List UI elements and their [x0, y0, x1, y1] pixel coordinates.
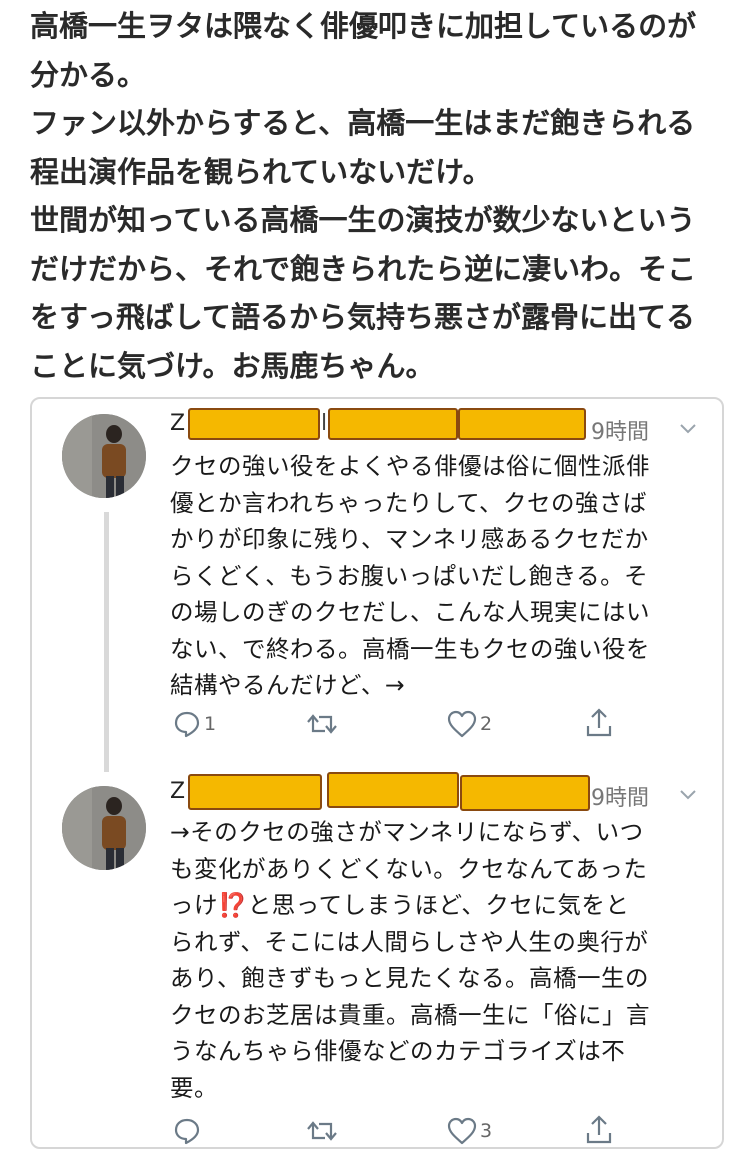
tweet-text-line: 要。	[170, 1073, 218, 1102]
share-button[interactable]	[585, 706, 613, 738]
tweet-author[interactable]: Z	[170, 411, 185, 445]
tweet-text: →そのクセの強さがマンネリにならず、いつ も変化がありくどくない。クセなんてあっ…	[170, 814, 700, 1106]
tweet-text-line: られず、そこには人間らしさや人生の奥行が	[170, 927, 649, 956]
tweet-text-fragment: と思ってしまうほど、クセに気をと	[247, 891, 630, 919]
redaction-bar	[188, 774, 322, 810]
heart-icon	[447, 1117, 477, 1145]
header-line: ことに気づけ。お馬鹿ちゃん。	[30, 348, 435, 383]
redaction-bar	[458, 408, 586, 440]
heart-icon	[447, 710, 477, 738]
tweet-author[interactable]: Z	[170, 779, 185, 813]
tweet-text-line: も変化がありくどくない。クセなんてあった	[170, 854, 648, 883]
tweet-text-line: 結構やるんだけど、→	[170, 671, 406, 699]
header-line: 高橋一生ヲタは隈なく俳優叩きに加担しているのが	[30, 9, 697, 43]
tweet-text-line: 優とか言われちゃったりして、クセの強さば	[170, 488, 647, 517]
tweet-text-line: っけ⁉️と思ってしまうほど、クセに気をと	[170, 887, 700, 924]
retweet-icon	[307, 714, 337, 734]
share-icon	[586, 1115, 612, 1144]
reply-count: 1	[204, 713, 217, 735]
reply-button[interactable]	[172, 1115, 204, 1147]
reply-button[interactable]: 1	[172, 708, 216, 740]
exclamation-question-emoji: ⁉️	[218, 891, 248, 919]
header-line: 世間が知っている高橋一生の演技が数少ないという	[30, 203, 696, 237]
tweet-text-line: の場しのぎのクセだし、こんな人現実にはい	[170, 598, 650, 626]
header-line: ファン以外からすると、高橋一生はまだ飽きられる	[30, 106, 696, 140]
author-separator: l	[321, 411, 328, 436]
tweet-text-line: クセの強い役をよくやる俳優は俗に個性派俳	[170, 452, 650, 480]
like-button[interactable]: 3	[446, 1115, 492, 1147]
tweet-text-fragment: っけ	[170, 891, 218, 919]
chevron-down-icon[interactable]	[679, 420, 697, 439]
redaction-bar	[327, 772, 459, 808]
share-icon	[586, 708, 612, 737]
reply-icon	[174, 1118, 200, 1145]
header-line: だけだから、それで飽きられたら逆に凄いわ。そこ	[30, 251, 697, 286]
author-initial: Z	[170, 779, 186, 804]
tweet-text: クセの強い役をよくやる俳優は俗に個性派俳 優とか言われちゃったりして、クセの強さ…	[170, 448, 700, 704]
tweet-text-line: うなんちゃら俳優などのカテゴライズは不	[170, 1037, 626, 1065]
like-button[interactable]: 2	[446, 708, 492, 740]
redaction-bar	[188, 408, 320, 440]
redaction-bar	[328, 408, 458, 440]
share-button[interactable]	[585, 1113, 613, 1145]
like-count: 3	[480, 1120, 493, 1142]
reply-icon	[174, 711, 200, 738]
redaction-bar	[460, 775, 590, 811]
tweet-text-line: →そのクセの強さがマンネリにならず、いつ	[170, 818, 644, 846]
header-comment: 高橋一生ヲタは隈なく俳優叩きに加担しているのが 分かる。 ファン以外からすると、…	[30, 2, 730, 390]
thread-connector-line	[104, 512, 109, 772]
avatar-photo-icon	[62, 414, 146, 498]
retweet-button[interactable]	[305, 708, 339, 740]
avatar[interactable]	[62, 414, 146, 498]
tweet-text-line: らくどく、もうお腹いっぱいだし飽きる。そ	[170, 561, 649, 590]
avatar-photo-icon	[62, 786, 146, 870]
tweet-text-line: ない、で終わる。高橋一生もクセの強い役を	[170, 634, 650, 663]
tweet-text-line: かりが印象に残り、マンネリ感あるクセだか	[170, 525, 649, 553]
tweet-text-line: あり、飽きずもっと見たくなる。高橋一生の	[170, 964, 650, 992]
tweet-timestamp[interactable]: 9時間	[591, 780, 649, 812]
like-count: 2	[480, 713, 493, 735]
tweet-text-line: クセのお芝居は貴重。高橋一生に「俗に」言	[170, 1000, 650, 1029]
header-line: をすっ飛ばして語るから気持ち悪さが露骨に出てる	[30, 300, 695, 334]
avatar[interactable]	[62, 786, 146, 870]
author-initial: Z	[170, 411, 186, 436]
retweet-icon	[307, 1121, 337, 1141]
header-line: 程出演作品を観られていないだけ。	[30, 154, 492, 189]
tweet-timestamp[interactable]: 9時間	[591, 414, 649, 446]
retweet-button[interactable]	[305, 1115, 339, 1147]
header-line: 分かる。	[30, 57, 147, 92]
chevron-down-icon[interactable]	[679, 786, 697, 805]
